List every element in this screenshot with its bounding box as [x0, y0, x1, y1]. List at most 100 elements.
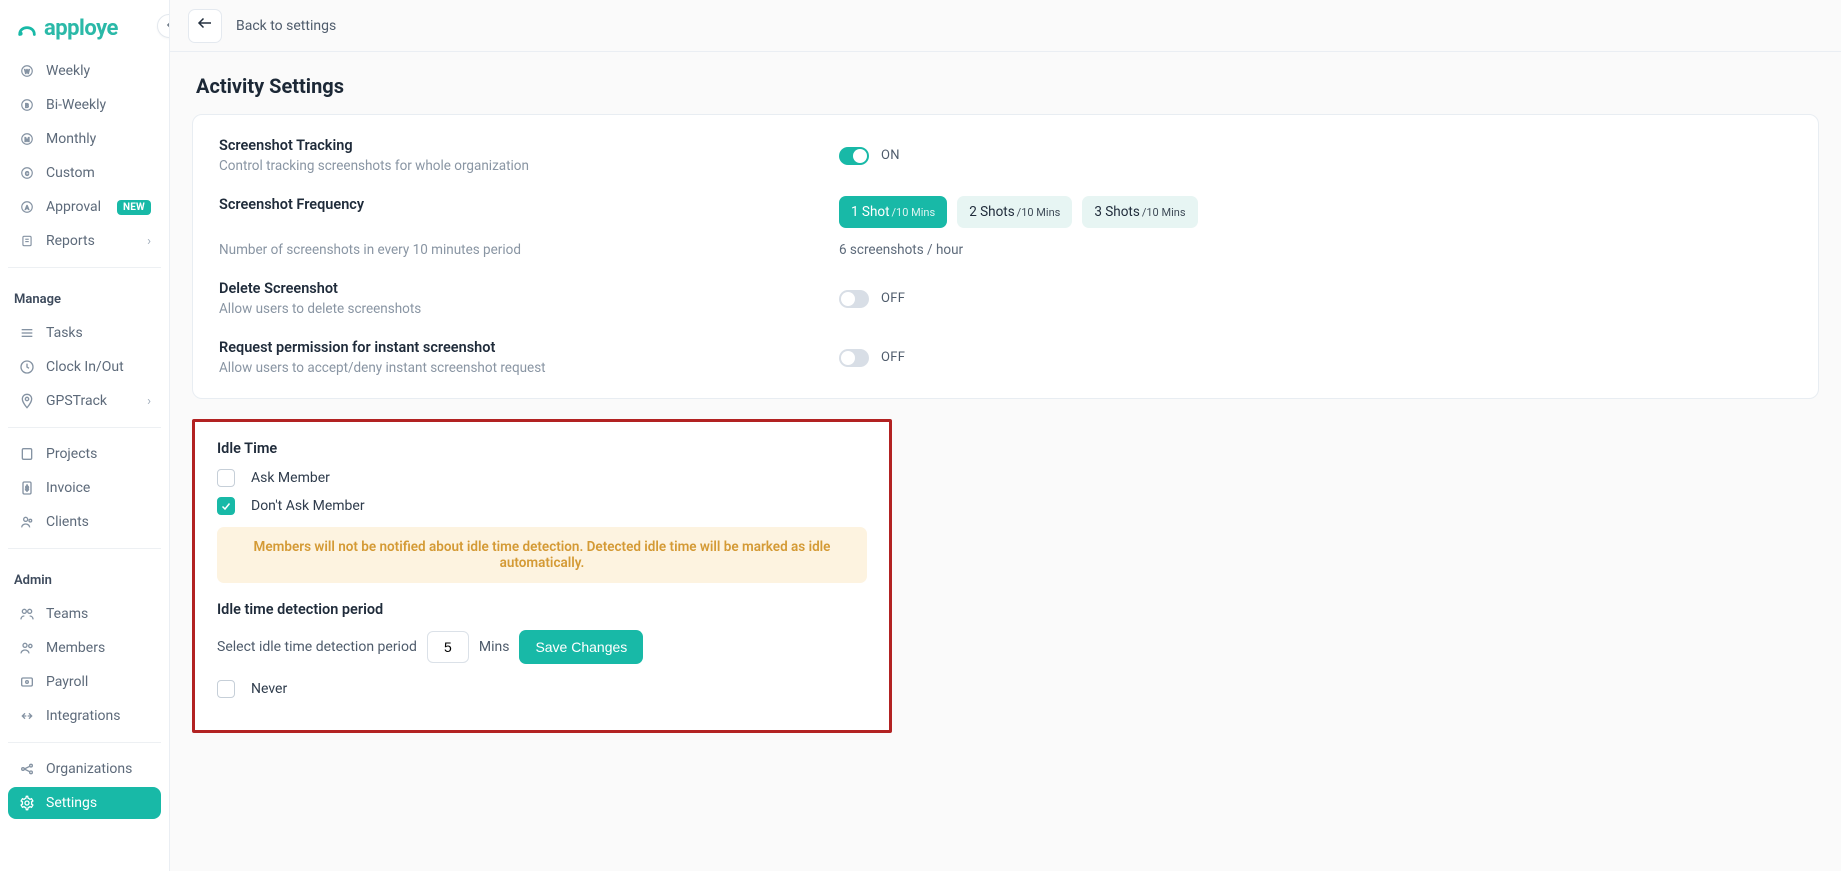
back-button[interactable] — [188, 9, 222, 43]
clock-icon — [18, 358, 36, 376]
monthly-icon: M — [18, 130, 36, 148]
delete-screenshot-state: OFF — [881, 291, 905, 306]
main-area: Back to settings Activity Settings Scree… — [170, 0, 1841, 871]
ask-member-checkbox[interactable] — [217, 469, 235, 487]
sidebar-item-label: Bi-Weekly — [46, 97, 151, 113]
sidebar-item-clients[interactable]: Clients — [8, 506, 161, 538]
request-permission-toggle[interactable] — [839, 349, 869, 367]
dont-ask-member-checkbox[interactable] — [217, 497, 235, 515]
sidebar-item-label: Reports — [46, 233, 137, 249]
sidebar-item-payroll[interactable]: Payroll — [8, 666, 161, 698]
request-permission-title: Request permission for instant screensho… — [219, 339, 809, 356]
divider — [8, 267, 161, 268]
sidebar-item-tasks[interactable]: Tasks — [8, 317, 161, 349]
teams-icon — [18, 605, 36, 623]
option-sub: /10 Mins — [1017, 206, 1061, 219]
dont-ask-member-label: Don't Ask Member — [251, 498, 365, 514]
sidebar-item-invoice[interactable]: $ Invoice — [8, 472, 161, 504]
divider — [8, 427, 161, 428]
sidebar-item-label: Clients — [46, 514, 151, 530]
frequency-option-2shots[interactable]: 2 Shots /10 Mins — [957, 196, 1072, 228]
idle-period-input[interactable] — [427, 631, 469, 663]
chevron-right-icon: › — [147, 394, 151, 409]
apploye-mark-icon — [16, 18, 38, 40]
idle-period-heading: Idle time detection period — [217, 601, 867, 618]
option-main: 3 Shots — [1094, 204, 1139, 220]
sidebar-item-integrations[interactable]: Integrations — [8, 700, 161, 732]
sidebar-item-projects[interactable]: Projects — [8, 438, 161, 470]
sidebar-item-teams[interactable]: Teams — [8, 598, 161, 630]
sidebar-item-label: Settings — [46, 795, 151, 811]
sidebar-item-approval[interactable]: A Approval NEW — [8, 191, 161, 223]
gps-icon — [18, 392, 36, 410]
sidebar-item-organizations[interactable]: Organizations — [8, 753, 161, 785]
activity-settings-card: Screenshot Tracking Control tracking scr… — [192, 114, 1819, 399]
save-changes-button[interactable]: Save Changes — [519, 630, 643, 664]
brand-logo[interactable]: apploye — [8, 6, 161, 53]
payroll-icon — [18, 673, 36, 691]
frequency-option-3shots[interactable]: 3 Shots /10 Mins — [1082, 196, 1197, 228]
sidebar-item-label: GPSTrack — [46, 393, 137, 409]
arrow-left-icon — [196, 14, 214, 37]
back-label: Back to settings — [236, 18, 336, 34]
sidebar-item-label: Members — [46, 640, 151, 656]
sidebar: apploye W Weekly B Bi-Weekly M Monthly C… — [0, 0, 170, 871]
nav-group-manage: Manage — [8, 278, 161, 315]
gear-icon — [18, 794, 36, 812]
idle-time-heading: Idle Time — [217, 440, 867, 457]
svg-text:$: $ — [25, 485, 29, 493]
screenshot-frequency-desc: Number of screenshots in every 10 minute… — [219, 242, 809, 258]
never-checkbox[interactable] — [217, 680, 235, 698]
sidebar-item-members[interactable]: Members — [8, 632, 161, 664]
tasks-icon — [18, 324, 36, 342]
idle-period-unit: Mins — [479, 639, 510, 655]
idle-notice: Members will not be notified about idle … — [217, 527, 867, 583]
idle-time-card: Idle Time Ask Member Don't Ask Member Me… — [192, 419, 892, 733]
option-main: 1 Shot — [851, 204, 890, 220]
screenshot-tracking-title: Screenshot Tracking — [219, 137, 809, 154]
reports-icon — [18, 232, 36, 250]
screenshot-frequency-title: Screenshot Frequency — [219, 196, 809, 213]
biweekly-icon: B — [18, 96, 36, 114]
sidebar-item-label: Projects — [46, 446, 151, 462]
sidebar-item-label: Organizations — [46, 761, 151, 777]
screenshot-tracking-toggle[interactable] — [839, 147, 869, 165]
organizations-icon — [18, 760, 36, 778]
sidebar-item-label: Weekly — [46, 63, 151, 79]
weekly-icon: W — [18, 62, 36, 80]
page-title: Activity Settings — [196, 74, 1819, 98]
chevron-left-icon — [164, 19, 170, 34]
sidebar-item-reports[interactable]: Reports › — [8, 225, 161, 257]
svg-text:C: C — [25, 171, 29, 177]
sidebar-item-label: Monthly — [46, 131, 151, 147]
sidebar-item-biweekly[interactable]: B Bi-Weekly — [8, 89, 161, 121]
sidebar-item-label: Integrations — [46, 708, 151, 724]
brand-name: apploye — [44, 16, 118, 41]
sidebar-item-custom[interactable]: C Custom — [8, 157, 161, 189]
sidebar-item-label: Teams — [46, 606, 151, 622]
delete-screenshot-title: Delete Screenshot — [219, 280, 809, 297]
sidebar-item-gpstrack[interactable]: GPSTrack › — [8, 385, 161, 417]
idle-period-desc: Select idle time detection period — [217, 639, 417, 655]
approval-icon: A — [18, 198, 36, 216]
sidebar-item-label: Tasks — [46, 325, 151, 341]
delete-screenshot-toggle[interactable] — [839, 290, 869, 308]
topbar: Back to settings — [170, 0, 1841, 52]
frequency-option-1shot[interactable]: 1 Shot /10 Mins — [839, 196, 947, 228]
svg-text:M: M — [24, 137, 29, 143]
svg-text:B: B — [25, 103, 29, 109]
request-permission-state: OFF — [881, 350, 905, 365]
sidebar-item-monthly[interactable]: M Monthly — [8, 123, 161, 155]
sidebar-item-label: Invoice — [46, 480, 151, 496]
content-scroll[interactable]: Activity Settings Screenshot Tracking Co… — [170, 52, 1841, 871]
clients-icon — [18, 513, 36, 531]
never-label: Never — [251, 681, 287, 697]
sidebar-item-settings[interactable]: Settings — [8, 787, 161, 819]
screenshot-frequency-summary: 6 screenshots / hour — [839, 242, 963, 258]
svg-text:W: W — [24, 69, 30, 75]
delete-screenshot-desc: Allow users to delete screenshots — [219, 301, 809, 317]
sidebar-item-label: Clock In/Out — [46, 359, 151, 375]
sidebar-item-clockinout[interactable]: Clock In/Out — [8, 351, 161, 383]
sidebar-item-weekly[interactable]: W Weekly — [8, 55, 161, 87]
ask-member-label: Ask Member — [251, 470, 330, 486]
